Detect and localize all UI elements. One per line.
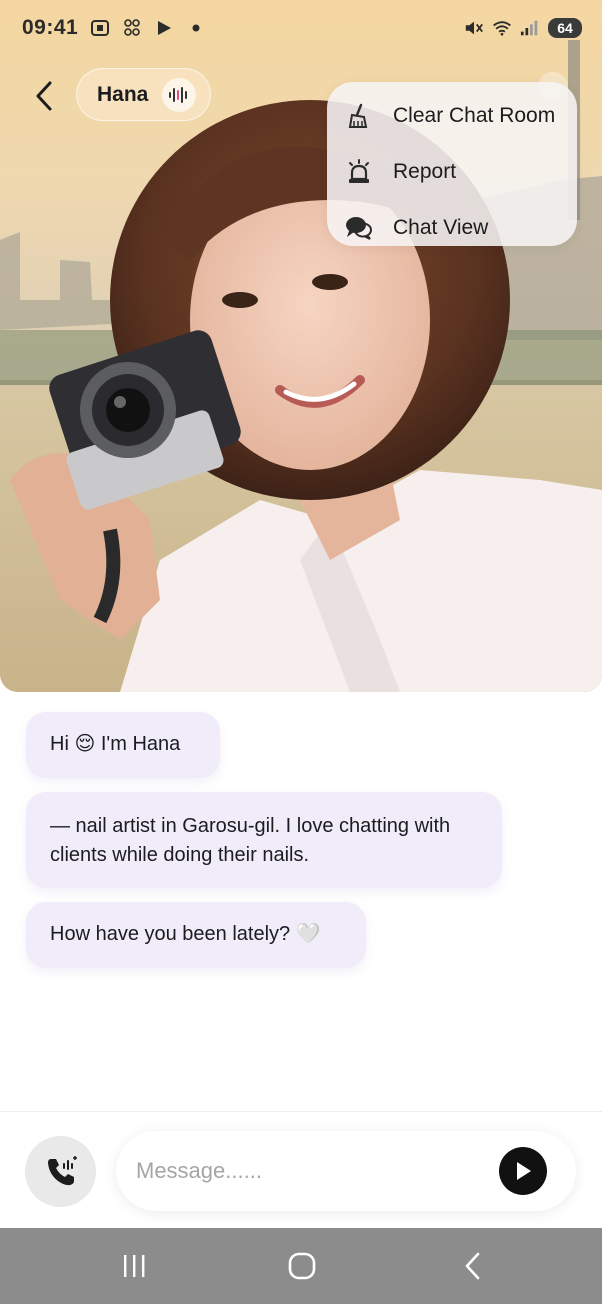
menu-item-clear-chat-room[interactable]: Clear Chat Room [327,88,577,144]
character-name-pill[interactable]: Hana [76,68,211,121]
recent-apps-button[interactable] [114,1250,154,1282]
menu-item-label: Clear Chat Room [393,104,556,127]
wifi-icon [492,18,512,38]
composer-divider [0,1111,602,1112]
mute-icon [464,18,484,38]
status-bar: 09:41 64 [0,0,602,56]
menu-item-chat-view[interactable]: Chat View [327,200,577,256]
recent-apps-icon [124,1255,145,1277]
voice-waveform-icon[interactable] [162,77,197,112]
broom-icon [345,102,373,130]
voice-call-button[interactable] [25,1136,96,1207]
status-right: 64 [464,18,582,38]
dot-icon [186,18,206,38]
play-store-icon [154,18,174,38]
siren-icon [345,158,373,186]
back-button[interactable] [24,74,64,118]
phone-call-icon [47,1155,77,1185]
status-time: 09:41 [22,16,79,39]
send-icon [517,1162,531,1180]
screenshot-icon [90,18,110,38]
home-icon [288,1252,316,1280]
battery-icon: 64 [548,18,582,38]
menu-item-label: Chat View [393,216,489,239]
chat-options-menu: Clear Chat Room Report Chat View [327,82,577,246]
send-button[interactable] [499,1147,547,1195]
menu-item-label: Report [393,160,457,183]
status-left: 09:41 [22,16,206,40]
home-button[interactable] [282,1250,322,1282]
back-arrow-icon [465,1252,480,1280]
chat-bubbles-icon [345,214,373,242]
qr-icon [122,18,142,38]
character-name: Hana [97,82,149,106]
message-bubble: — nail artist in Garosu-gil. I love chat… [26,792,502,888]
system-back-button[interactable] [452,1250,492,1282]
chevron-left-icon [36,81,52,111]
message-bubble: How have you been lately? 🤍 [26,902,366,968]
message-bubble: Hi 😌 I'm Hana [26,712,220,778]
menu-item-report[interactable]: Report [327,144,577,200]
signal-icon [520,18,540,38]
system-navigation-bar [0,1228,602,1304]
